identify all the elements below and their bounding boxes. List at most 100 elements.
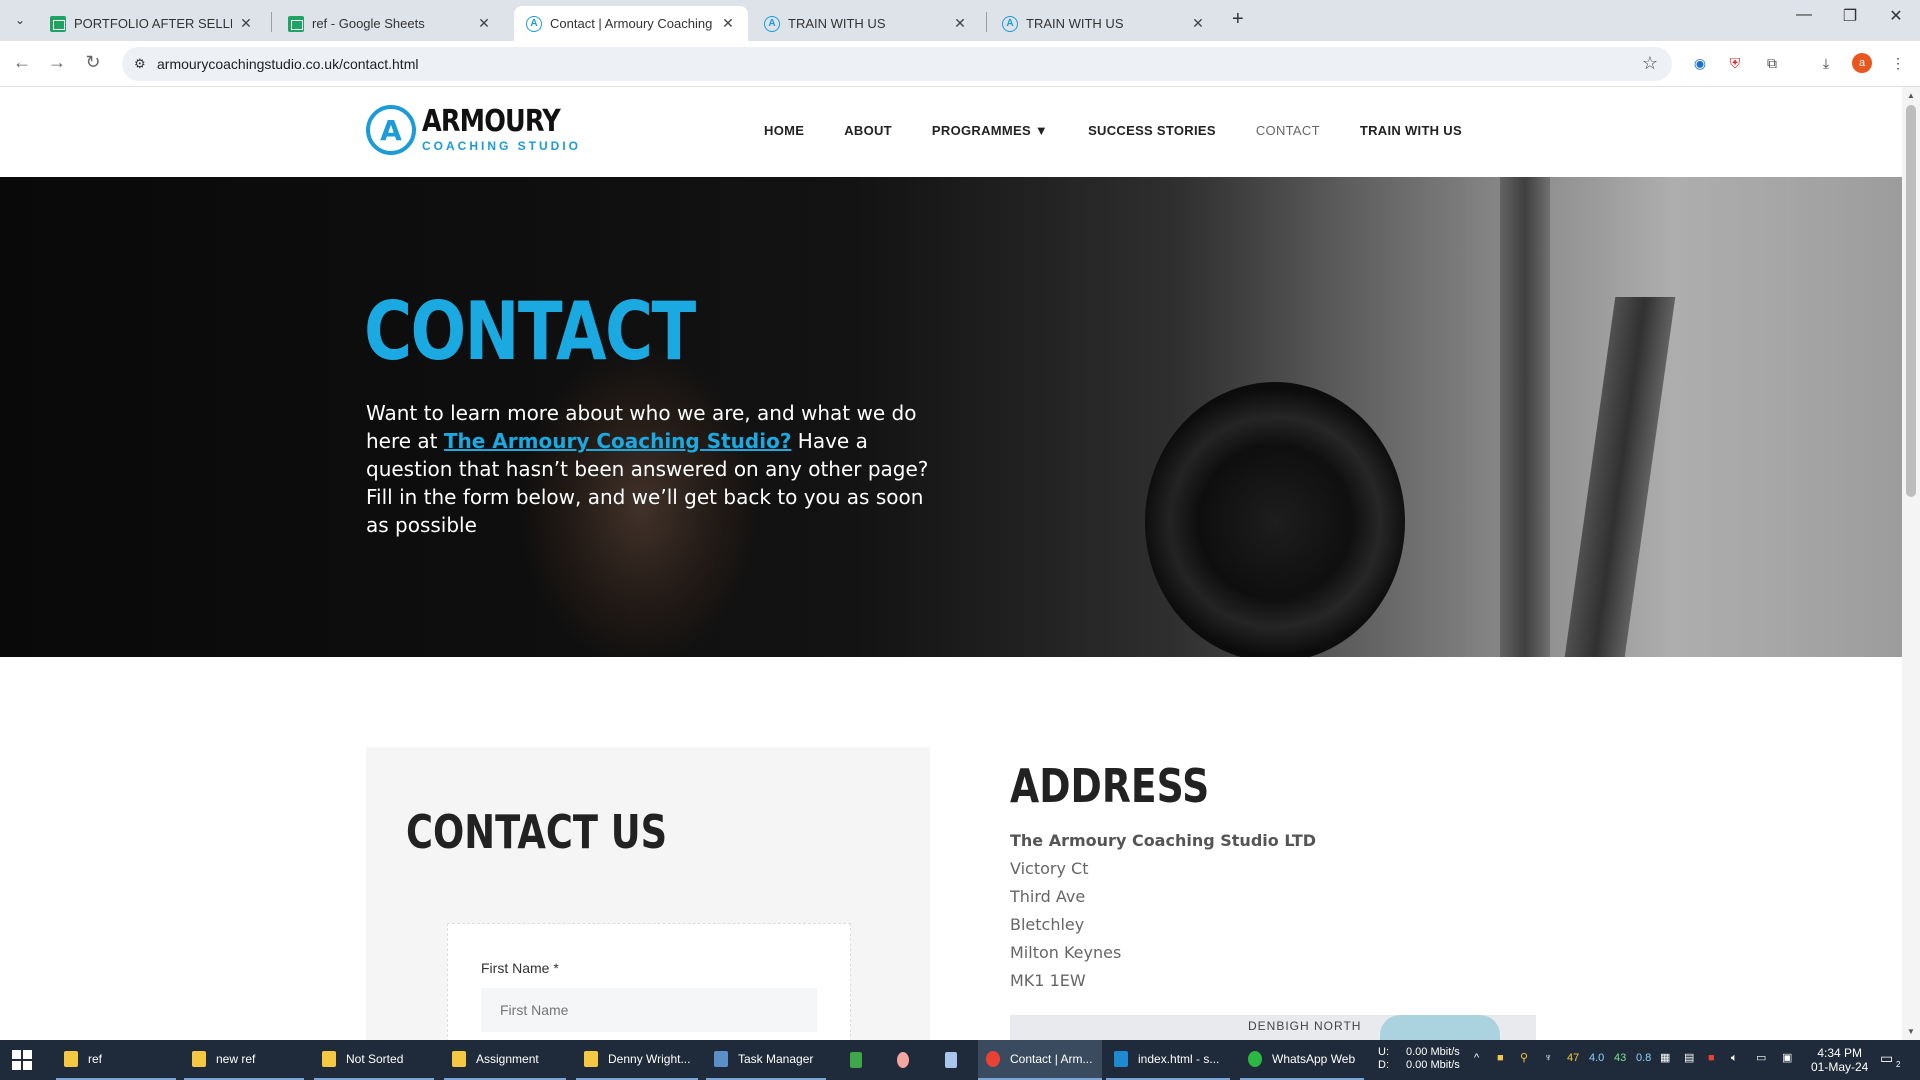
hero-overlay	[0, 177, 1902, 657]
hero-banner: CONTACT Want to learn more about who we …	[0, 177, 1902, 657]
network-icon[interactable]: ▣	[1782, 1052, 1792, 1065]
browser-toolbar: ← → ↻ ⚙ armourycoachingstudio.co.uk/cont…	[0, 41, 1920, 87]
tray-chevron-icon[interactable]: ^	[1474, 1052, 1479, 1065]
system-clock[interactable]: 4:34 PM 01-May-24	[1811, 1046, 1868, 1074]
chrome-icon	[986, 1051, 1000, 1067]
first-name-field[interactable]	[481, 988, 817, 1032]
taskbar-label: Denny Wright...	[608, 1052, 691, 1066]
close-icon[interactable]: ✕	[1190, 15, 1206, 32]
download-icon[interactable]: ⤓	[1816, 53, 1836, 73]
first-name-label: First Name *	[481, 960, 559, 976]
close-window-icon[interactable]: ✕	[1873, 6, 1919, 26]
taskbar-label: ref	[88, 1052, 103, 1066]
nav-home[interactable]: HOME	[764, 123, 804, 138]
taskbar-item-new-ref[interactable]: new ref	[184, 1040, 304, 1080]
address-line: MK1 1EW	[1010, 971, 1086, 990]
taskbar-item-chrome[interactable]: Contact | Arm...	[978, 1040, 1102, 1080]
close-icon[interactable]: ✕	[476, 15, 492, 32]
tray-app-icon[interactable]: ▦	[1660, 1052, 1670, 1065]
taskbar-item-spreadsheet[interactable]	[842, 1040, 872, 1080]
logo-name: ARMOURY	[422, 104, 561, 139]
armoury-icon: A	[1002, 15, 1018, 32]
taskbar-item-assignment[interactable]: Assignment	[444, 1040, 566, 1080]
windows-start-icon[interactable]	[12, 1050, 32, 1070]
scroll-up-icon[interactable]: ▲	[1907, 91, 1915, 100]
clock-date: 01-May-24	[1811, 1060, 1869, 1074]
tab-divider	[986, 12, 987, 32]
tab-train-with-us-2[interactable]: A TRAIN WITH US ✕	[990, 6, 1218, 41]
page-title: CONTACT	[364, 285, 696, 378]
nav-train-with-us[interactable]: TRAIN WITH US	[1360, 123, 1462, 138]
restore-icon[interactable]: ❐	[1827, 6, 1873, 26]
new-tab-button[interactable]: +	[1232, 8, 1244, 31]
address-bar[interactable]: ⚙ armourycoachingstudio.co.uk/contact.ht…	[122, 47, 1672, 81]
site-logo[interactable]: A ARMOURY COACHING STUDIO	[366, 105, 584, 155]
address-line: Bletchley	[1010, 915, 1085, 934]
contact-us-card: CONTACT US First Name *	[366, 747, 930, 1040]
notification-icon[interactable]: ▭	[1880, 1051, 1893, 1065]
taskbar-item-vscode[interactable]: index.html - s...	[1106, 1040, 1230, 1080]
back-icon[interactable]: ←	[10, 52, 34, 73]
company-name: The Armoury Coaching Studio LTD	[1010, 831, 1317, 850]
tray-stat: 47	[1567, 1052, 1580, 1064]
tray-stat: 43	[1614, 1052, 1627, 1064]
tray-app-icon[interactable]: ■	[1497, 1052, 1504, 1065]
tray-app-icon[interactable]: ■	[1708, 1052, 1715, 1065]
app-icon	[897, 1052, 909, 1068]
forward-icon[interactable]: →	[45, 52, 69, 73]
tab-ref-sheets[interactable]: ref - Google Sheets ✕	[276, 6, 504, 41]
close-icon[interactable]: ✕	[720, 15, 736, 32]
task-manager-icon	[714, 1051, 728, 1067]
close-icon[interactable]: ✕	[238, 15, 254, 32]
reload-icon[interactable]: ↻	[81, 52, 105, 73]
windows-taskbar: ref new ref Not Sorted Assignment Denny …	[0, 1040, 1920, 1080]
taskbar-label: index.html - s...	[1138, 1052, 1220, 1066]
taskbar-item-denny-wright[interactable]: Denny Wright...	[576, 1040, 698, 1080]
taskbar-item-not-sorted[interactable]: Not Sorted	[314, 1040, 434, 1080]
scrollbar-thumb[interactable]	[1906, 105, 1916, 497]
minimize-icon[interactable]: —	[1781, 6, 1827, 24]
taskbar-item-ref[interactable]: ref	[56, 1040, 176, 1080]
tab-title: TRAIN WITH US	[1026, 16, 1124, 31]
armoury-icon: A	[526, 15, 542, 32]
url-text[interactable]: armourycoachingstudio.co.uk/contact.html	[157, 56, 418, 72]
taskbar-item-app[interactable]	[889, 1040, 919, 1080]
bookmark-star-icon[interactable]: ☆	[1642, 53, 1658, 74]
tab-portfolio[interactable]: PORTFOLIO AFTER SELLING - G ✕	[38, 6, 266, 41]
location-map[interactable]: DENBIGH NORTH	[1010, 1015, 1536, 1040]
tray-stat: 4.0	[1589, 1052, 1605, 1064]
vscode-icon	[1114, 1051, 1128, 1067]
taskbar-label: Assignment	[476, 1052, 539, 1066]
tab-search-chevron-icon[interactable]: ⌄	[8, 8, 32, 32]
menu-dots-icon[interactable]: ⋮	[1888, 53, 1908, 73]
tray-app-icon[interactable]: ♆	[1544, 1052, 1552, 1065]
site-info-icon[interactable]: ⚙	[134, 56, 146, 72]
taskbar-item-task-manager[interactable]: Task Manager	[706, 1040, 826, 1080]
tab-train-with-us-1[interactable]: A TRAIN WITH US ✕	[752, 6, 980, 41]
tab-contact-armoury[interactable]: A Contact | Armoury Coaching St ✕	[514, 6, 748, 41]
extension-globe-icon[interactable]: ◉	[1690, 53, 1710, 73]
volume-icon[interactable]: 🔈︎	[1731, 1052, 1738, 1065]
web-page: A ARMOURY COACHING STUDIO HOME ABOUT PRO…	[0, 87, 1902, 1040]
hero-description: Want to learn more about who we are, and…	[366, 399, 946, 539]
page-scrollbar[interactable]: ▲ ▼	[1902, 87, 1920, 1040]
close-icon[interactable]: ✕	[952, 15, 968, 32]
profile-avatar-icon[interactable]: a	[1852, 53, 1872, 73]
taskbar-item-whatsapp[interactable]: WhatsApp Web	[1240, 1040, 1364, 1080]
extension-shield-icon[interactable]: ⛨	[1725, 53, 1745, 73]
extensions-puzzle-icon[interactable]: ⧉	[1762, 53, 1782, 73]
nav-contact[interactable]: CONTACT	[1256, 123, 1320, 138]
taskbar-item-notepad[interactable]	[937, 1040, 967, 1080]
nav-programmes[interactable]: PROGRAMMES ▼	[932, 123, 1048, 138]
tray-search-icon[interactable]: ⚲	[1520, 1052, 1528, 1065]
nav-success-stories[interactable]: SUCCESS STORIES	[1088, 123, 1216, 138]
studio-link[interactable]: The Armoury Coaching Studio?	[444, 429, 792, 453]
tab-title: ref - Google Sheets	[312, 16, 425, 31]
contact-form: First Name *	[447, 923, 851, 1040]
scroll-down-icon[interactable]: ▼	[1907, 1027, 1915, 1036]
battery-icon[interactable]: ▭	[1756, 1052, 1766, 1065]
calendar-icon[interactable]: ▤	[1684, 1052, 1694, 1065]
taskbar-label: Task Manager	[738, 1052, 814, 1066]
nav-about[interactable]: ABOUT	[844, 123, 892, 138]
tray-stat: 0.8	[1636, 1052, 1652, 1064]
